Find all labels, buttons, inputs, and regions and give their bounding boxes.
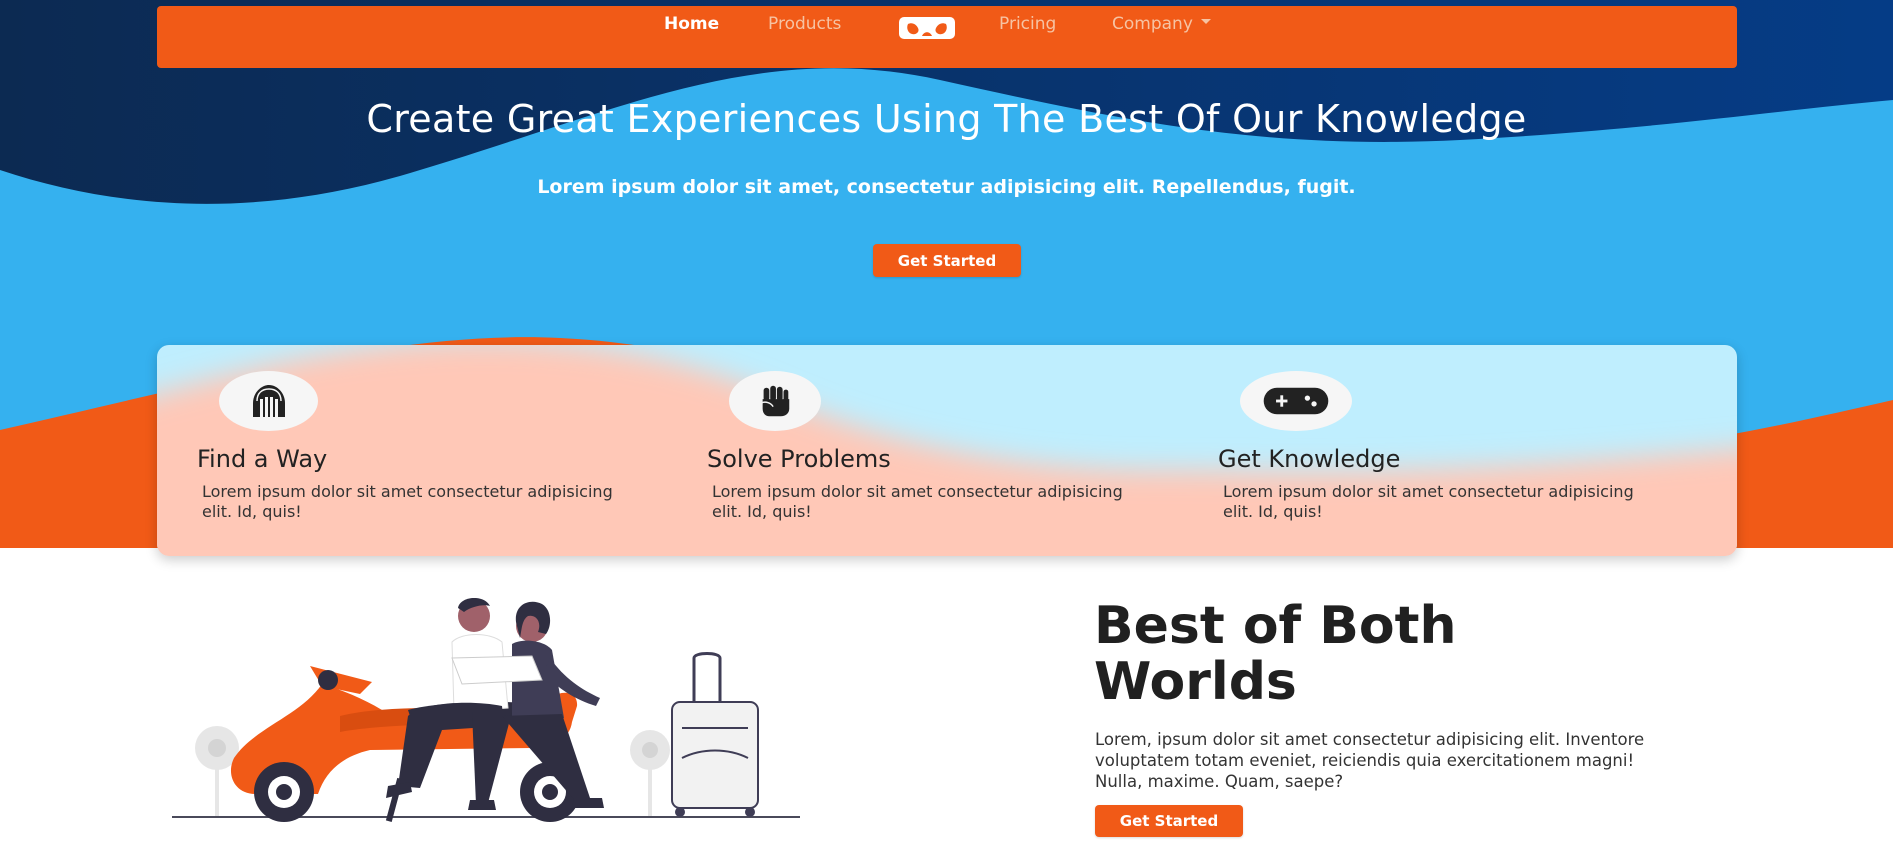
section-get-started-button[interactable]: Get Started — [1095, 805, 1243, 837]
scooter-couple-illustration — [172, 597, 802, 830]
nav-company-label: Company — [1112, 14, 1193, 34]
feature-text-find-a-way: Lorem ipsum dolor sit amet consectetur a… — [202, 482, 613, 521]
section-title: Best of Both Worlds — [1094, 596, 1457, 712]
feature-text-solve-problems: Lorem ipsum dolor sit amet consectetur a… — [712, 482, 1123, 521]
feature-title-solve-problems: Solve Problems — [707, 445, 891, 473]
vr-headset-icon[interactable] — [898, 16, 956, 40]
hero-get-started-button[interactable]: Get Started — [873, 244, 1021, 277]
nav-home[interactable]: Home — [664, 14, 719, 34]
feature-title-get-knowledge: Get Knowledge — [1218, 445, 1401, 473]
hero-title: Create Great Experiences Using The Best … — [366, 97, 1527, 141]
feature-text-get-knowledge: Lorem ipsum dolor sit amet consectetur a… — [1223, 482, 1634, 521]
dungeon-icon — [219, 371, 318, 431]
hero-subtitle: Lorem ipsum dolor sit amet, consectetur … — [537, 176, 1356, 198]
fist-icon — [729, 371, 821, 431]
feature-title-find-a-way: Find a Way — [197, 445, 328, 473]
navbar: Home Products Pricing Company — [157, 6, 1737, 68]
nav-products[interactable]: Products — [768, 14, 841, 34]
page: Home Products Pricing Company Create Gre… — [0, 0, 1893, 857]
section-text: Lorem, ipsum dolor sit amet consectetur … — [1095, 730, 1645, 791]
nav-pricing[interactable]: Pricing — [999, 14, 1056, 34]
features-card: Find a Way Lorem ipsum dolor sit amet co… — [157, 345, 1737, 556]
nav-company-dropdown[interactable]: Company — [1112, 14, 1211, 34]
chevron-down-icon — [1200, 18, 1211, 24]
gamepad-icon — [1240, 371, 1352, 431]
